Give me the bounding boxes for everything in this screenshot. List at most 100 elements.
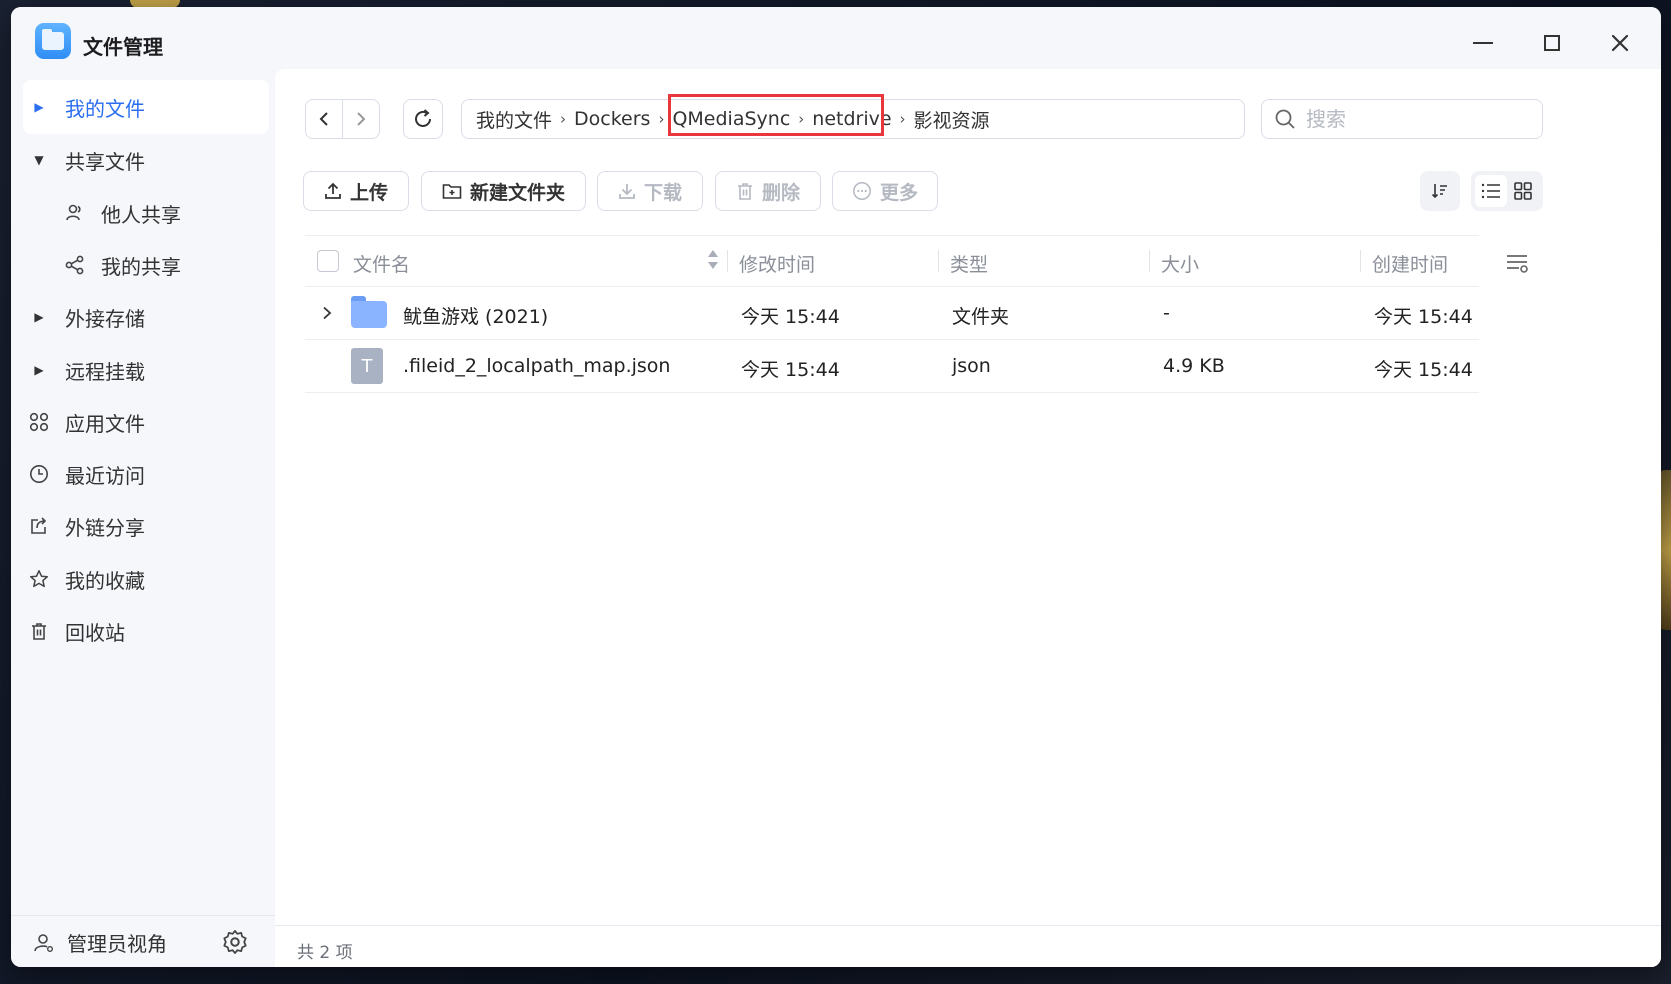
column-divider bbox=[1149, 250, 1150, 272]
file-created: 今天 15:44 bbox=[1374, 359, 1473, 381]
chevron-right-icon[interactable] bbox=[317, 303, 337, 323]
sidebar-item-recent[interactable]: 最近访问 bbox=[23, 447, 269, 501]
file-type: 文件夹 bbox=[952, 306, 1010, 328]
sidebar-item-label: 最近访问 bbox=[65, 463, 145, 488]
chevron-right-icon: › bbox=[798, 110, 805, 128]
chevron-right-icon bbox=[357, 112, 366, 126]
file-name: .fileid_2_localpath_map.json bbox=[403, 355, 671, 377]
sidebar-item-label: 共享文件 bbox=[65, 149, 145, 174]
sidebar-item-label: 我的文件 bbox=[65, 96, 145, 121]
close-button[interactable] bbox=[1602, 25, 1638, 61]
more-button[interactable]: 更多 bbox=[832, 171, 938, 211]
upload-button[interactable]: 上传 bbox=[303, 171, 409, 211]
chevron-right-icon: › bbox=[658, 110, 665, 128]
sidebar-item-external-links[interactable]: 外链分享 bbox=[23, 499, 269, 553]
sort-arrows-icon[interactable] bbox=[707, 248, 719, 274]
list-view-button[interactable] bbox=[1475, 175, 1507, 207]
column-header-size[interactable]: 大小 bbox=[1161, 250, 1199, 277]
view-mode-toggle bbox=[1471, 171, 1543, 211]
delete-button[interactable]: 删除 bbox=[715, 171, 821, 211]
breadcrumb-item-current[interactable]: 影视资源 bbox=[914, 106, 990, 133]
new-folder-button[interactable]: 新建文件夹 bbox=[421, 171, 586, 211]
sidebar-item-label: 远程挂载 bbox=[65, 359, 145, 384]
file-modified: 今天 15:44 bbox=[741, 306, 840, 328]
file-table: 文件名 修改时间 类型 大小 创建时间 鱿鱼游戏 (2021) 今天 15:44… bbox=[305, 235, 1479, 393]
column-divider bbox=[938, 250, 939, 272]
maximize-button[interactable] bbox=[1534, 25, 1570, 61]
sidebar-item-label: 回收站 bbox=[65, 620, 125, 645]
sidebar: ▶ 我的文件 ▼ 共享文件 他人共享 我的共享 ▶ 外接存储 ▶ 远程挂载 应用… bbox=[11, 77, 281, 967]
folder-icon bbox=[351, 296, 387, 328]
admin-user-icon bbox=[34, 933, 53, 952]
breadcrumb-item[interactable]: netdrive bbox=[812, 108, 891, 130]
column-settings-icon[interactable] bbox=[1503, 249, 1531, 277]
share-icon bbox=[59, 255, 91, 275]
admin-view-label: 管理员视角 bbox=[67, 932, 167, 956]
grid-view-button[interactable] bbox=[1507, 175, 1539, 207]
sidebar-item-label: 应用文件 bbox=[65, 411, 145, 436]
minimize-button[interactable] bbox=[1465, 25, 1501, 61]
upload-label: 上传 bbox=[349, 181, 388, 204]
column-divider bbox=[1360, 250, 1361, 272]
sidebar-item-shared-files[interactable]: ▼ 共享文件 bbox=[23, 133, 269, 187]
text-file-icon: T bbox=[351, 348, 383, 384]
title-bar: 文件管理 bbox=[11, 7, 1661, 77]
forward-button[interactable] bbox=[342, 99, 380, 139]
breadcrumb-item[interactable]: QMediaSync bbox=[672, 108, 790, 130]
file-size: - bbox=[1163, 302, 1170, 324]
caret-right-icon: ▶ bbox=[34, 100, 44, 114]
download-icon bbox=[619, 184, 635, 199]
search-input[interactable] bbox=[1306, 107, 1526, 131]
sort-button[interactable] bbox=[1420, 171, 1460, 211]
gear-icon[interactable] bbox=[221, 928, 249, 956]
column-header-created[interactable]: 创建时间 bbox=[1372, 250, 1448, 277]
breadcrumb-item[interactable]: Dockers bbox=[574, 108, 650, 130]
sidebar-item-app-files[interactable]: 应用文件 bbox=[23, 395, 269, 449]
star-icon bbox=[23, 569, 55, 589]
sidebar-item-shared-with-me[interactable]: 他人共享 bbox=[59, 186, 269, 240]
status-bar: 共 2 项 bbox=[275, 925, 1661, 967]
breadcrumb: 我的文件 › Dockers › QMediaSync › netdrive ›… bbox=[461, 99, 1245, 139]
table-row[interactable]: T .fileid_2_localpath_map.json 今天 15:44 … bbox=[305, 340, 1479, 393]
sidebar-item-my-shares[interactable]: 我的共享 bbox=[59, 238, 269, 292]
maximize-icon bbox=[1544, 35, 1560, 51]
delete-label: 删除 bbox=[761, 181, 800, 204]
item-count: 共 2 项 bbox=[297, 943, 353, 963]
file-name: 鱿鱼游戏 (2021) bbox=[403, 306, 549, 328]
more-label: 更多 bbox=[879, 181, 918, 204]
table-row[interactable]: 鱿鱼游戏 (2021) 今天 15:44 文件夹 - 今天 15:44 bbox=[305, 287, 1479, 340]
column-header-modified[interactable]: 修改时间 bbox=[739, 250, 815, 277]
download-button[interactable]: 下载 bbox=[597, 171, 703, 211]
sidebar-item-external-storage[interactable]: ▶ 外接存储 bbox=[23, 290, 269, 344]
app-title: 文件管理 bbox=[83, 35, 163, 59]
close-icon bbox=[1611, 34, 1629, 52]
trash-icon bbox=[23, 621, 55, 641]
external-share-icon bbox=[23, 516, 55, 536]
admin-view-toggle[interactable]: 管理员视角 bbox=[33, 928, 167, 957]
caret-right-icon: ▶ bbox=[34, 363, 44, 377]
refresh-button[interactable] bbox=[403, 99, 443, 139]
file-size: 4.9 KB bbox=[1163, 355, 1225, 377]
back-button[interactable] bbox=[305, 99, 343, 139]
sidebar-item-label: 他人共享 bbox=[101, 202, 181, 227]
file-manager-window: 文件管理 ▶ 我的文件 ▼ 共享文件 他人共享 我的共享 ▶ 外接存储 ▶ 远程… bbox=[11, 7, 1661, 967]
sidebar-item-label: 我的收藏 bbox=[65, 568, 145, 593]
users-icon bbox=[59, 203, 91, 223]
breadcrumb-item[interactable]: 我的文件 bbox=[476, 106, 552, 133]
column-header-type[interactable]: 类型 bbox=[950, 250, 988, 277]
select-all-checkbox[interactable] bbox=[317, 250, 339, 272]
sidebar-item-recycle-bin[interactable]: 回收站 bbox=[23, 604, 269, 658]
search-box[interactable] bbox=[1261, 99, 1543, 139]
minimize-icon bbox=[1473, 42, 1493, 44]
new-folder-label: 新建文件夹 bbox=[469, 181, 565, 204]
refresh-icon bbox=[415, 109, 431, 127]
apps-grid-icon bbox=[23, 412, 55, 432]
caret-down-icon: ▼ bbox=[34, 153, 44, 167]
upload-icon bbox=[325, 182, 341, 199]
sidebar-item-label: 外接存储 bbox=[65, 306, 145, 331]
sidebar-item-favorites[interactable]: 我的收藏 bbox=[23, 552, 269, 606]
column-header-name[interactable]: 文件名 bbox=[353, 250, 410, 277]
grid-view-icon bbox=[1514, 182, 1532, 200]
sidebar-item-remote-mount[interactable]: ▶ 远程挂载 bbox=[23, 343, 269, 397]
sidebar-item-my-files[interactable]: ▶ 我的文件 bbox=[23, 80, 269, 134]
